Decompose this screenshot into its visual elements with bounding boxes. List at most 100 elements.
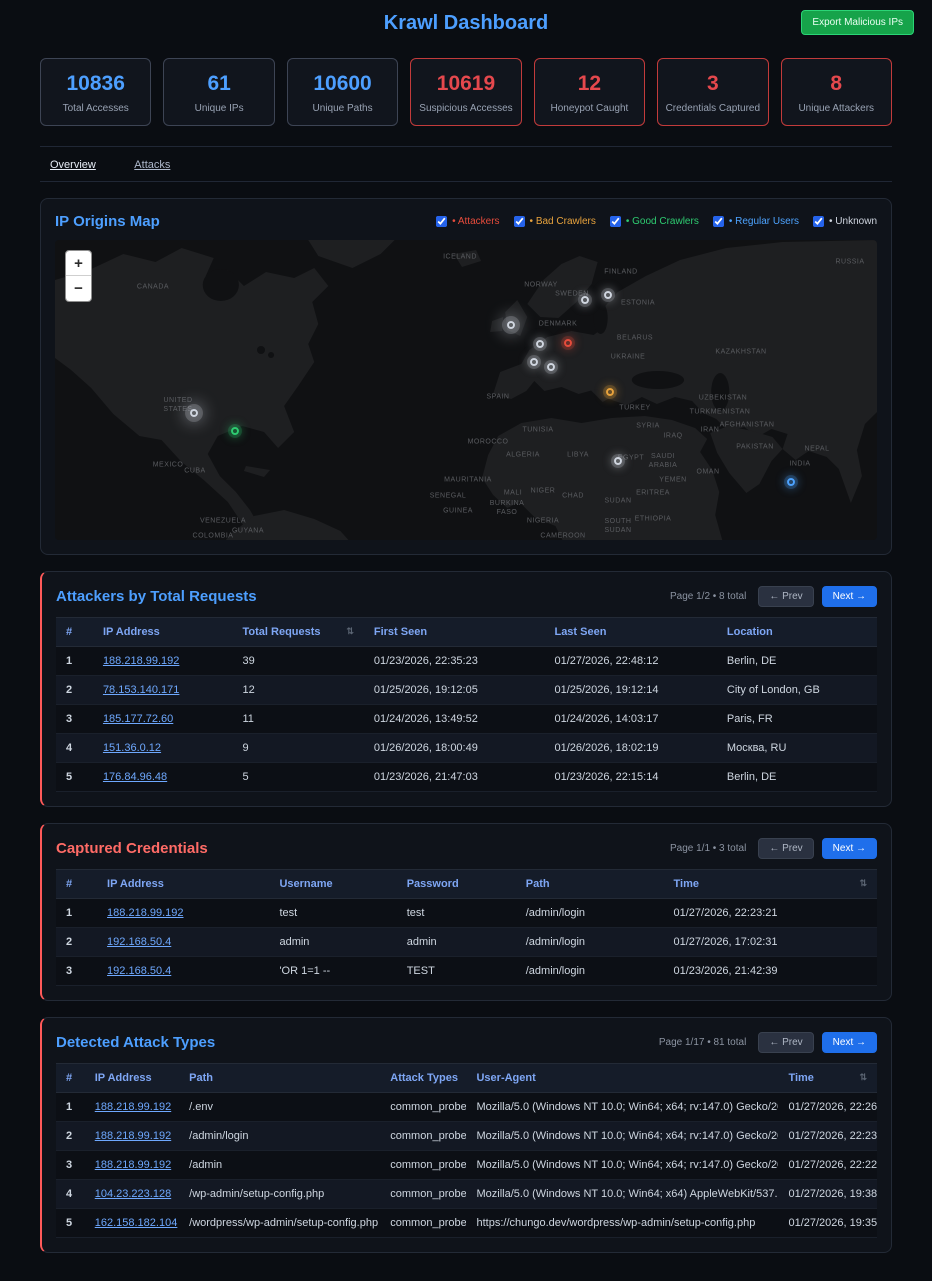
legend-checkbox-regular-users[interactable] [713,216,724,227]
map-marker-unknown[interactable] [190,409,198,417]
table-row: 2192.168.50.4adminadmin/admin/login01/27… [56,928,877,957]
column-header-time[interactable]: Time⇅ [778,1064,877,1093]
table-header-row: #IP AddressTotal Requests⇅First SeenLast… [56,618,877,647]
column-header-attack_types: Attack Types [380,1064,466,1093]
cell-ip: 192.168.50.4 [97,928,269,957]
ip-address-link[interactable]: 192.168.50.4 [107,936,171,948]
stat-label: Unique IPs [168,103,269,114]
cell-ip: 188.218.99.192 [85,1122,179,1151]
next-page-button[interactable]: Next → [822,1032,877,1053]
stat-card-unique-paths: 10600Unique Paths [287,58,398,126]
column-header-rank: # [56,618,93,647]
sort-icon[interactable]: ⇅ [859,878,867,889]
table-row: 4104.23.223.128/wp-admin/setup-config.ph… [56,1180,877,1209]
map-marker-good-crawlers[interactable] [231,427,239,435]
ip-address-link[interactable]: 151.36.0.12 [103,742,161,754]
cell-path: /wp-admin/setup-config.php [179,1180,380,1209]
zoom-out-button[interactable]: − [66,276,91,301]
table-row: 2188.218.99.192/admin/logincommon_probes… [56,1122,877,1151]
ip-address-link[interactable]: 188.218.99.192 [95,1101,171,1113]
cell-rank: 2 [56,928,97,957]
cell-path: /wordpress/wp-admin/setup-config.php [179,1209,380,1238]
ip-address-link[interactable]: 185.177.72.60 [103,713,173,725]
export-malicious-ips-button[interactable]: Export Malicious IPs [801,10,914,35]
next-page-button[interactable]: Next → [822,586,877,607]
prev-page-button[interactable]: ← Prev [758,1032,813,1053]
legend-checkbox-bad-crawlers[interactable] [514,216,525,227]
cell-ip: 188.218.99.192 [85,1151,179,1180]
world-map[interactable]: ICELANDRUSSIACANADANORWAYSWEDENFINLANDES… [55,240,877,540]
cell-password: admin [397,928,516,957]
cell-time: 01/27/2026, 22:22:54 [778,1151,877,1180]
sort-icon[interactable]: ⇅ [346,626,354,637]
column-header-total_requests[interactable]: Total Requests⇅ [233,618,364,647]
attackers-pagination: Page 1/2 • 8 total ← Prev Next → [670,586,877,607]
map-marker-unknown[interactable] [530,358,538,366]
cell-username: 'OR 1=1 -- [269,957,396,986]
cell-rank: 5 [56,1209,85,1238]
stat-card-unique-ips: 61Unique IPs [163,58,274,126]
column-header-first_seen: First Seen [364,618,545,647]
column-header-time[interactable]: Time⇅ [664,870,878,899]
cell-time: 01/27/2026, 22:26:11 [778,1093,877,1122]
cell-attack_types: common_probes [380,1180,466,1209]
cell-ip: 185.177.72.60 [93,705,233,734]
legend-checkbox-unknown[interactable] [813,216,824,227]
legend-label: • Bad Crawlers [530,216,596,227]
table-row: 1188.218.99.1923901/23/2026, 22:35:2301/… [56,647,877,676]
cell-first_seen: 01/26/2026, 18:00:49 [364,734,545,763]
stat-value: 3 [662,72,763,96]
cell-total_requests: 39 [233,647,364,676]
table-header-row: #IP AddressUsernamePasswordPathTime⇅ [56,870,877,899]
cell-path: /admin/login [179,1122,380,1151]
next-page-button[interactable]: Next → [822,838,877,859]
cell-rank: 4 [56,734,93,763]
cell-path: /admin/login [516,928,664,957]
map-marker-unknown[interactable] [604,291,612,299]
cell-location: City of London, GB [717,676,877,705]
tab-attacks[interactable]: Attacks [134,159,170,171]
map-marker-unknown[interactable] [581,296,589,304]
cell-attack_types: common_probes [380,1122,466,1151]
map-marker-bad-crawlers[interactable] [606,388,614,396]
ip-address-link[interactable]: 188.218.99.192 [107,907,183,919]
cell-username: admin [269,928,396,957]
cell-rank: 1 [56,899,97,928]
prev-page-button[interactable]: ← Prev [758,586,813,607]
cell-ip: 188.218.99.192 [93,647,233,676]
tab-overview[interactable]: Overview [50,159,96,171]
cell-ip: 78.153.140.171 [93,676,233,705]
ip-address-link[interactable]: 192.168.50.4 [107,965,171,977]
ip-address-link[interactable]: 78.153.140.171 [103,684,179,696]
zoom-in-button[interactable]: + [66,251,91,276]
cell-rank: 1 [56,1093,85,1122]
cell-rank: 2 [56,676,93,705]
map-marker-unknown[interactable] [547,363,555,371]
cell-rank: 3 [56,705,93,734]
sort-icon[interactable]: ⇅ [859,1072,867,1083]
ip-address-link[interactable]: 162.158.182.104 [95,1217,178,1229]
map-marker-unknown[interactable] [536,340,544,348]
map-marker-attackers[interactable] [564,339,572,347]
ip-address-link[interactable]: 104.23.223.128 [95,1188,171,1200]
legend-item-unknown: • Unknown [813,216,877,227]
ip-address-link[interactable]: 188.218.99.192 [103,655,179,667]
legend-checkbox-good-crawlers[interactable] [610,216,621,227]
attackers-panel: Attackers by Total Requests Page 1/2 • 8… [40,571,892,807]
stat-label: Suspicious Accesses [415,103,516,114]
stat-card-total-accesses: 10836Total Accesses [40,58,151,126]
column-header-ip: IP Address [85,1064,179,1093]
prev-page-button[interactable]: ← Prev [758,838,813,859]
attackers-table: #IP AddressTotal Requests⇅First SeenLast… [56,617,877,792]
cell-first_seen: 01/25/2026, 19:12:05 [364,676,545,705]
credentials-table: #IP AddressUsernamePasswordPathTime⇅1 188… [56,869,877,986]
ip-address-link[interactable]: 188.218.99.192 [95,1159,171,1171]
cell-ip: 192.168.50.4 [97,957,269,986]
table-row: 1188.218.99.192testtest/admin/login01/27… [56,899,877,928]
map-marker-unknown[interactable] [614,457,622,465]
legend-checkbox-attackers[interactable] [436,216,447,227]
map-marker-regular-users[interactable] [787,478,795,486]
ip-address-link[interactable]: 176.84.96.48 [103,771,167,783]
map-marker-unknown[interactable] [507,321,515,329]
ip-address-link[interactable]: 188.218.99.192 [95,1130,171,1142]
